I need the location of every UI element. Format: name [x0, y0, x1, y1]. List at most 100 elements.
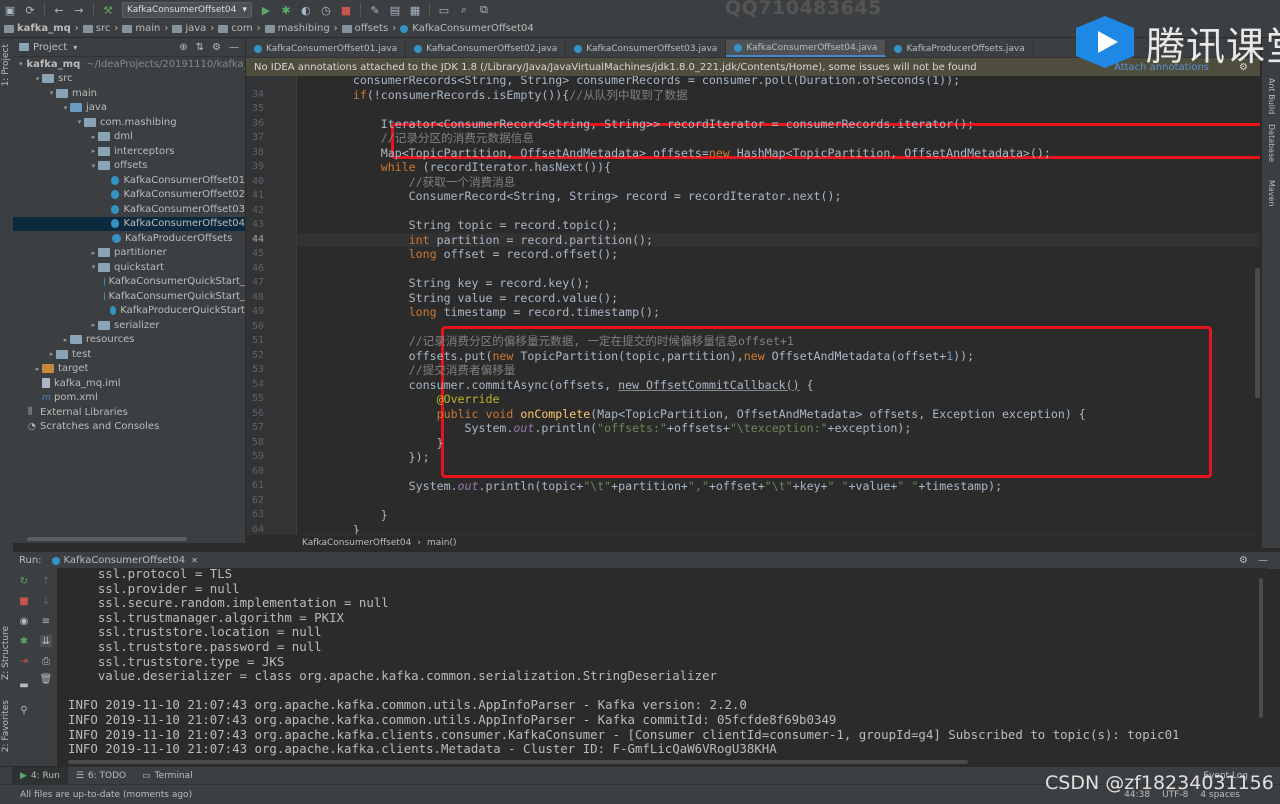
- soft-wrap-icon[interactable]: ≡: [40, 615, 52, 627]
- collapse-arrow-icon[interactable]: ▸: [33, 365, 42, 373]
- close-icon[interactable]: ✕: [191, 556, 198, 565]
- breadcrumb-class[interactable]: KafkaConsumerOffset04: [400, 23, 534, 34]
- chevron-down-icon[interactable]: ▾: [73, 43, 77, 52]
- breadcrumb-project[interactable]: kafka_mq: [4, 23, 71, 34]
- scroll-up-icon[interactable]: ↑: [40, 575, 52, 587]
- code-line[interactable]: ConsumerRecord<String, String> record = …: [297, 189, 842, 204]
- console-horizontal-scrollbar[interactable]: [58, 758, 1256, 766]
- code-line[interactable]: if(!consumerRecords.isEmpty()){//从队列中取到了…: [297, 88, 688, 103]
- profile-icon[interactable]: ◷: [319, 3, 333, 17]
- code-line[interactable]: });: [297, 450, 430, 465]
- vcs-icon[interactable]: ⧉: [477, 3, 491, 17]
- tree-item[interactable]: KafkaConsumerOffset03: [13, 202, 245, 217]
- editor-scrollbar-thumb[interactable]: [1255, 268, 1260, 398]
- code-line[interactable]: @Override: [297, 392, 500, 407]
- terminal-icon[interactable]: ▭: [437, 3, 451, 17]
- code-line[interactable]: Iterator<ConsumerRecord<String, String>>…: [297, 117, 974, 132]
- console-vertical-scrollbar[interactable]: [1256, 568, 1266, 758]
- breadcrumb-mashibing[interactable]: mashibing: [264, 23, 330, 34]
- code-line[interactable]: System.out.println(topic+"\t"+partition+…: [297, 479, 1002, 494]
- run-icon[interactable]: ▶: [259, 3, 273, 17]
- tree-item[interactable]: ▸ resources: [13, 333, 245, 348]
- maven-tool-button[interactable]: Maven: [1267, 180, 1276, 207]
- pin-icon[interactable]: ⚲: [18, 704, 30, 716]
- code-line[interactable]: int partition = record.partition();: [297, 232, 1260, 247]
- expand-arrow-icon[interactable]: ▾: [33, 75, 42, 83]
- code-line[interactable]: }: [297, 436, 444, 451]
- tree-item[interactable]: KafkaConsumerQuickStart_: [13, 289, 245, 304]
- camera-icon[interactable]: ◉: [18, 615, 30, 627]
- gear-icon[interactable]: ⚙: [212, 42, 221, 53]
- collapse-arrow-icon[interactable]: ▸: [61, 336, 70, 344]
- sync-icon[interactable]: ⟳: [23, 3, 37, 17]
- tree-item[interactable]: ▸ interceptors: [13, 144, 245, 159]
- hide-icon[interactable]: —: [1258, 555, 1268, 566]
- tree-item[interactable]: ▸ target: [13, 362, 245, 377]
- code-line[interactable]: while (recordIterator.hasNext()){: [297, 160, 611, 175]
- editor-tab[interactable]: KafkaConsumerOffset04.java: [726, 40, 887, 57]
- expand-arrow-icon[interactable]: ▾: [61, 104, 70, 112]
- tree-item[interactable]: ▾kafka_mq ~/IdeaProjects/20191110/kafka_m…: [13, 57, 245, 72]
- tree-item[interactable]: KafkaConsumerQuickStart_: [13, 275, 245, 290]
- scroll-down-icon[interactable]: ↓: [40, 595, 52, 607]
- stop-icon[interactable]: ■: [18, 595, 30, 607]
- code-line[interactable]: String key = record.key();: [297, 276, 591, 291]
- run-tool-tab[interactable]: ▶ 4: Run: [12, 767, 68, 785]
- search-icon[interactable]: ⌕: [457, 3, 471, 17]
- tree-item[interactable]: ▸ serializer: [13, 318, 245, 333]
- project-view-selector[interactable]: Project: [33, 42, 67, 53]
- code-line[interactable]: //记录分区的消费元数据信息: [297, 131, 534, 146]
- todo-tool-tab[interactable]: ☰ 6: TODO: [68, 771, 134, 781]
- editor-tab[interactable]: KafkaConsumerOffset03.java: [566, 40, 727, 57]
- collapse-icon[interactable]: ⇅: [196, 42, 204, 53]
- code-line[interactable]: String value = record.value();: [297, 291, 618, 306]
- code-line[interactable]: public void onComplete(Map<TopicPartitio…: [297, 407, 1086, 422]
- debug-icon[interactable]: ✱: [279, 3, 293, 17]
- tree-item[interactable]: KafkaProducerQuickStart: [13, 304, 245, 319]
- database-tool-button[interactable]: Database: [1267, 124, 1276, 162]
- horizontal-scrollbar[interactable]: [13, 535, 245, 543]
- tree-item[interactable]: ▾ com.mashibing: [13, 115, 245, 130]
- forward-icon[interactable]: →: [72, 3, 86, 17]
- breadcrumb-java[interactable]: java: [172, 23, 206, 34]
- debug-icon[interactable]: ✱: [18, 635, 30, 647]
- code-line[interactable]: //提交消费者偏移量: [297, 363, 516, 378]
- code-line[interactable]: offsets.put(new TopicPartition(topic,par…: [297, 349, 974, 364]
- stop-icon[interactable]: ■: [339, 3, 353, 17]
- editor-tab[interactable]: KafkaConsumerOffset01.java: [246, 40, 407, 57]
- code-line[interactable]: consumerRecords<String, String> consumer…: [297, 76, 960, 88]
- back-icon[interactable]: ←: [52, 3, 66, 17]
- structure-icon[interactable]: ▤: [388, 3, 402, 17]
- save-icon[interactable]: ▣: [3, 3, 17, 17]
- sdk-icon[interactable]: ▦: [408, 3, 422, 17]
- editor-tab[interactable]: KafkaProducerOffsets.java: [886, 40, 1034, 57]
- tree-item[interactable]: ▸ partitioner: [13, 246, 245, 261]
- tree-item[interactable]: ▾ src: [13, 72, 245, 87]
- ant-build-tool-button[interactable]: Ant Build: [1267, 78, 1276, 114]
- tree-item[interactable]: kafka_mq.iml: [13, 376, 245, 391]
- code-line[interactable]: String topic = record.topic();: [297, 218, 618, 233]
- expand-arrow-icon[interactable]: ▾: [89, 162, 98, 170]
- expand-arrow-icon[interactable]: ▾: [47, 89, 56, 97]
- code-line[interactable]: //记录消费分区的偏移量元数据, 一定在提交的时候偏移量信息offset+1: [297, 334, 794, 349]
- coverage-icon[interactable]: ◐: [299, 3, 313, 17]
- trash-icon[interactable]: 🗑: [40, 673, 53, 685]
- tree-item[interactable]: KafkaConsumerOffset01: [13, 173, 245, 188]
- expand-arrow-icon[interactable]: ▾: [19, 60, 23, 68]
- breadcrumb-src[interactable]: src: [82, 23, 110, 34]
- gear-icon[interactable]: ⚙: [1239, 555, 1248, 566]
- code-line[interactable]: long timestamp = record.timestamp();: [297, 305, 660, 320]
- tree-item[interactable]: ▾ java: [13, 101, 245, 116]
- tree-item[interactable]: ▾ main: [13, 86, 245, 101]
- expand-arrow-icon[interactable]: ▾: [75, 118, 84, 126]
- code-editor[interactable]: o↑ consumerRecords<String, String> consu…: [297, 76, 1260, 534]
- tree-item[interactable]: ▾ quickstart: [13, 260, 245, 275]
- breadcrumb-offsets[interactable]: offsets: [341, 23, 388, 34]
- project-tool-button[interactable]: 1: Project: [1, 44, 11, 86]
- collapse-arrow-icon[interactable]: ▸: [47, 350, 56, 358]
- run-config-selector[interactable]: KafkaConsumerOffset04 ▾: [122, 2, 252, 18]
- terminal-tool-tab[interactable]: ▭ Terminal: [134, 771, 201, 781]
- hide-icon[interactable]: —: [229, 42, 239, 53]
- collapse-arrow-icon[interactable]: ▸: [89, 133, 98, 141]
- tree-item[interactable]: ▾ offsets: [13, 159, 245, 174]
